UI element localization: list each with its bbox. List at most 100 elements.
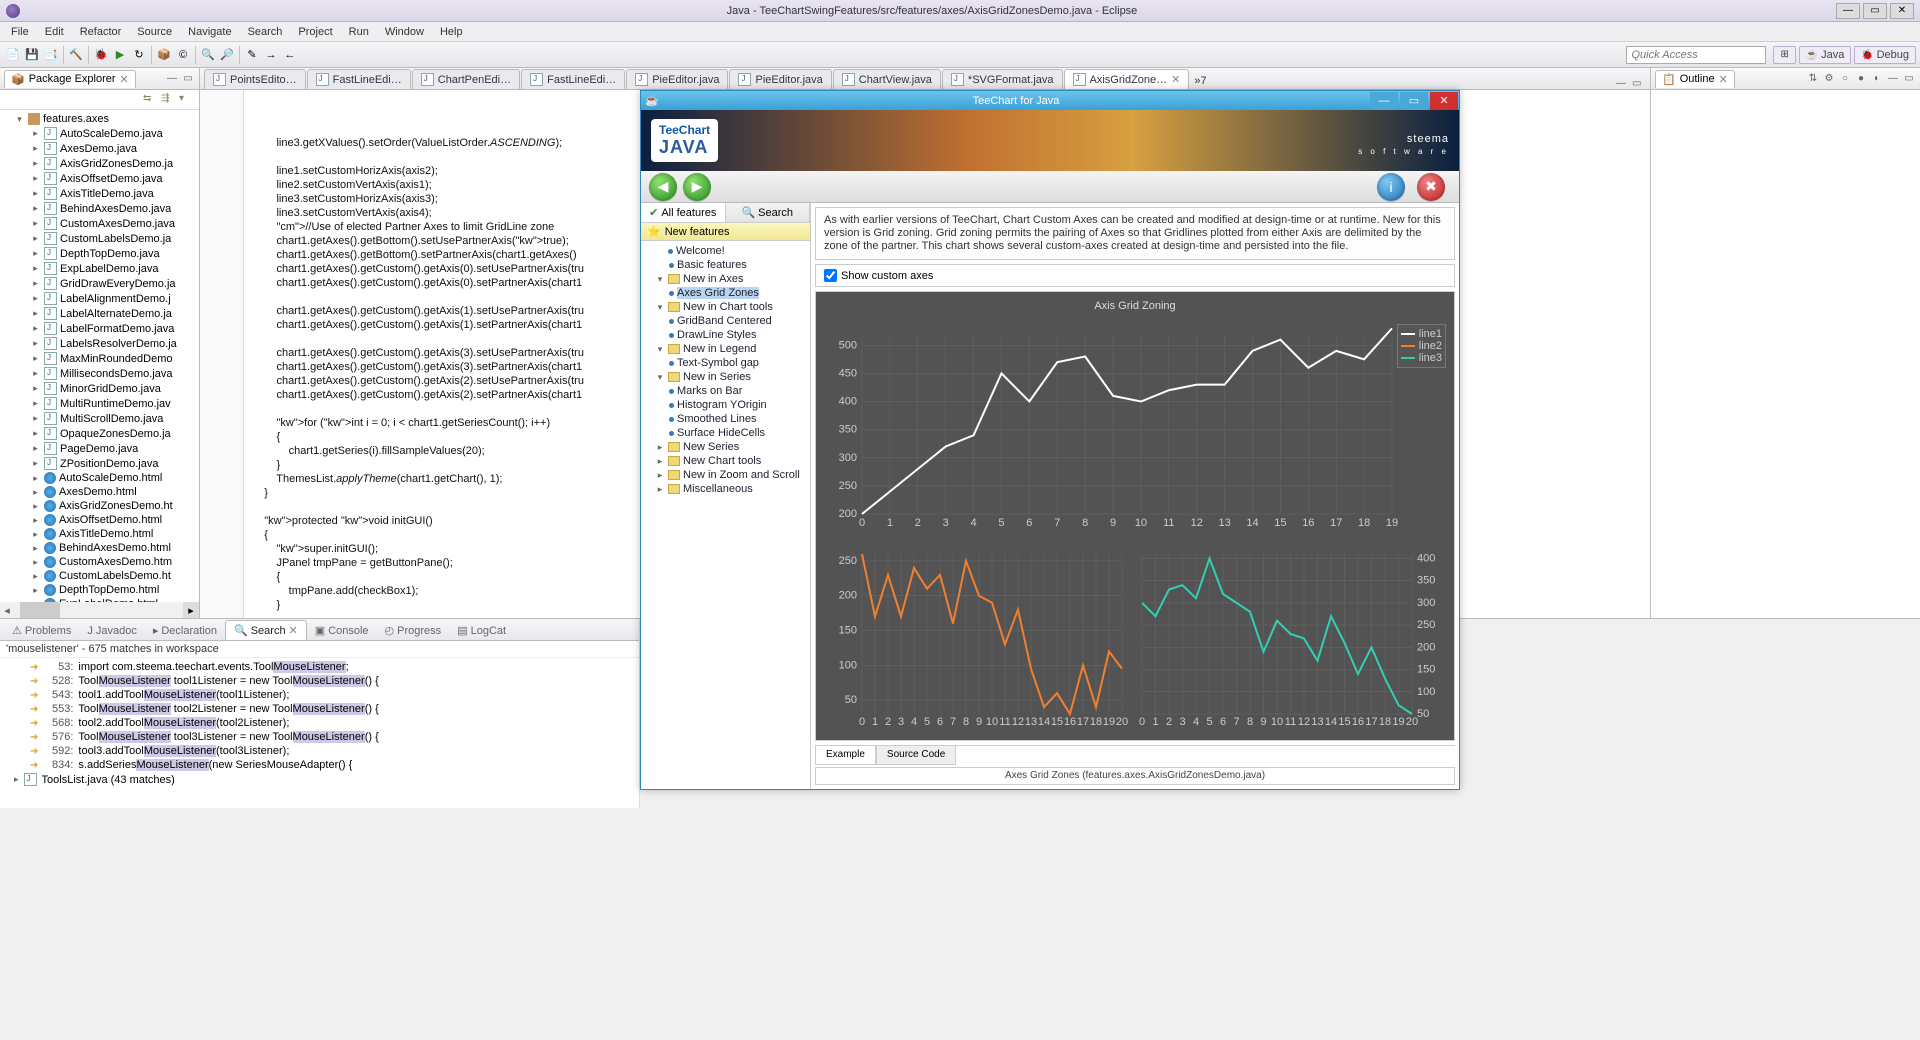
debug-icon[interactable]: 🐞 xyxy=(92,46,110,64)
search-result-row[interactable]: ➔576:ToolMouseListener tool3Listener = n… xyxy=(0,730,639,744)
nav-forward-button[interactable]: ▶ xyxy=(683,173,711,201)
tab-example[interactable]: Example xyxy=(815,746,876,765)
file-item[interactable]: ▸LabelsResolverDemo.ja xyxy=(0,336,199,351)
search-icon[interactable]: 🔎 xyxy=(218,46,236,64)
search-results[interactable]: ➔53:import com.steema.teechart.events.To… xyxy=(0,658,639,808)
close-icon[interactable]: ✕ xyxy=(1719,73,1728,86)
file-item[interactable]: ▸DepthTopDemo.html xyxy=(0,583,199,597)
package-node[interactable]: ▾ features.axes xyxy=(0,112,199,126)
minimize-view-icon[interactable]: — xyxy=(165,72,179,86)
horizontal-scrollbar[interactable]: ◂ ▸ xyxy=(0,602,199,618)
bottom-tab-progress[interactable]: ◴Progress xyxy=(377,621,450,640)
file-item[interactable]: ▸LabelFormatDemo.java xyxy=(0,321,199,336)
menu-project[interactable]: Project xyxy=(291,24,339,40)
menu-edit[interactable]: Edit xyxy=(38,24,71,40)
save-all-icon[interactable]: 📑 xyxy=(42,46,60,64)
perspective-java[interactable]: ☕ Java xyxy=(1799,46,1851,64)
open-type-icon[interactable]: 🔍 xyxy=(199,46,217,64)
file-item[interactable]: ▸MaxMinRoundedDemo xyxy=(0,351,199,366)
file-item[interactable]: ▸AxisOffsetDemo.java xyxy=(0,171,199,186)
menu-search[interactable]: Search xyxy=(241,24,290,40)
file-item[interactable]: ▸AxesDemo.java xyxy=(0,141,199,156)
editor-tab[interactable]: *SVGFormat.java xyxy=(942,69,1063,89)
link-editor-icon[interactable]: ⇶ xyxy=(161,93,175,107)
file-item[interactable]: ▸LabelAlternateDemo.ja xyxy=(0,306,199,321)
maximize-view-icon[interactable]: ▭ xyxy=(1632,78,1646,89)
file-item[interactable]: ▸AxisGridZonesDemo.ht xyxy=(0,499,199,513)
tab-source-code[interactable]: Source Code xyxy=(876,746,956,765)
feature-tree-item[interactable]: GridBand Centered xyxy=(643,314,808,328)
feature-tree-item[interactable]: DrawLine Styles xyxy=(643,328,808,342)
search-result-row[interactable]: ➔528:ToolMouseListener tool1Listener = n… xyxy=(0,674,639,688)
next-annotation-icon[interactable]: → xyxy=(262,46,280,64)
feature-tree[interactable]: Welcome!Basic features▾New in AxesAxes G… xyxy=(641,241,810,789)
file-item[interactable]: ▸MultiRuntimeDemo.jav xyxy=(0,396,199,411)
editor-tab[interactable]: PieEditor.java xyxy=(626,69,728,89)
editor-tab[interactable]: ChartView.java xyxy=(833,69,941,89)
file-item[interactable]: ▸MultiScrollDemo.java xyxy=(0,411,199,426)
search-result-row[interactable]: ➔53:import com.steema.teechart.events.To… xyxy=(0,660,639,674)
feature-tree-item[interactable]: Axes Grid Zones xyxy=(643,286,808,300)
new-class-icon[interactable]: © xyxy=(174,46,192,64)
show-custom-axes-checkbox[interactable] xyxy=(824,269,837,282)
bottom-tab-logcat[interactable]: ▤LogCat xyxy=(449,621,514,640)
close-icon[interactable]: ✕ xyxy=(289,624,298,637)
search-result-row[interactable]: ➔592:tool3.addToolMouseListener(tool3Lis… xyxy=(0,744,639,758)
sort-icon[interactable]: ⇅ xyxy=(1806,72,1820,86)
editor-tab[interactable]: AxisGridZone…✕ xyxy=(1064,69,1190,89)
search-file-node[interactable]: ▸ ToolsList.java (43 matches) xyxy=(0,772,639,787)
perspective-debug[interactable]: 🐞 Debug xyxy=(1854,46,1916,64)
file-item[interactable]: ▸BehindAxesDemo.java xyxy=(0,201,199,216)
menu-file[interactable]: File xyxy=(4,24,36,40)
filter-icon[interactable]: ⚙ xyxy=(1822,72,1836,86)
outline-tab[interactable]: 📋 Outline ✕ xyxy=(1655,70,1735,88)
file-item[interactable]: ▸PageDemo.java xyxy=(0,441,199,456)
open-perspective-icon[interactable]: ⊞ xyxy=(1773,46,1795,64)
search-result-row[interactable]: ➔553:ToolMouseListener tool2Listener = n… xyxy=(0,702,639,716)
quick-access[interactable] xyxy=(1626,46,1766,64)
more-tabs[interactable]: »7 xyxy=(1190,73,1210,89)
menu-run[interactable]: Run xyxy=(342,24,376,40)
bottom-tab-problems[interactable]: ⚠Problems xyxy=(4,621,79,640)
close-button[interactable]: ✕ xyxy=(1890,3,1914,19)
tab-all-features[interactable]: ✔All features xyxy=(641,203,726,222)
editor-tab[interactable]: ChartPenEdi… xyxy=(412,69,520,89)
feature-tree-item[interactable]: Histogram YOrigin xyxy=(643,398,808,412)
file-item[interactable]: ▸GridDrawEveryDemo.ja xyxy=(0,276,199,291)
editor-tab[interactable]: PieEditor.java xyxy=(729,69,831,89)
file-item[interactable]: ▸CustomAxesDemo.htm xyxy=(0,555,199,569)
file-item[interactable]: ▸AxisGridZonesDemo.ja xyxy=(0,156,199,171)
file-item[interactable]: ▸MillisecondsDemo.java xyxy=(0,366,199,381)
minimize-view-icon[interactable]: — xyxy=(1616,78,1630,89)
file-item[interactable]: ▸AxisTitleDemo.java xyxy=(0,186,199,201)
file-item[interactable]: ▸MinorGridDemo.java xyxy=(0,381,199,396)
file-item[interactable]: ▸OpaqueZonesDemo.ja xyxy=(0,426,199,441)
nav-back-button[interactable]: ◀ xyxy=(649,173,677,201)
file-item[interactable]: ▸ZPositionDemo.java xyxy=(0,456,199,471)
feature-tree-item[interactable]: ▾New in Series xyxy=(643,370,808,384)
feature-tree-item[interactable]: ▸New Series xyxy=(643,440,808,454)
editor-tab[interactable]: PointsEdito… xyxy=(204,69,306,89)
file-item[interactable]: ▸AutoScaleDemo.html xyxy=(0,471,199,485)
prev-annotation-icon[interactable]: ← xyxy=(281,46,299,64)
file-item[interactable]: ▸AxisTitleDemo.html xyxy=(0,527,199,541)
feature-tree-item[interactable]: Basic features xyxy=(643,258,808,272)
feature-tree-item[interactable]: ▾New in Legend xyxy=(643,342,808,356)
feature-tree-item[interactable]: Surface HideCells xyxy=(643,426,808,440)
hide-fields-icon[interactable]: ○ xyxy=(1838,72,1852,86)
bottom-tab-console[interactable]: ▣Console xyxy=(307,621,377,640)
run-icon[interactable]: ▶ xyxy=(111,46,129,64)
search-result-row[interactable]: ➔568:tool2.addToolMouseListener(tool2Lis… xyxy=(0,716,639,730)
file-item[interactable]: ▸CustomLabelsDemo.ht xyxy=(0,569,199,583)
file-item[interactable]: ▸AutoScaleDemo.java xyxy=(0,126,199,141)
save-icon[interactable]: 💾 xyxy=(23,46,41,64)
file-item[interactable]: ▸BehindAxesDemo.html xyxy=(0,541,199,555)
file-item[interactable]: ▸AxisOffsetDemo.html xyxy=(0,513,199,527)
collapse-all-icon[interactable]: ⇆ xyxy=(143,93,157,107)
menu-window[interactable]: Window xyxy=(378,24,431,40)
feature-tree-item[interactable]: Text-Symbol gap xyxy=(643,356,808,370)
build-icon[interactable]: 🔨 xyxy=(67,46,85,64)
info-button[interactable]: i xyxy=(1377,173,1405,201)
bottom-tab-search[interactable]: 🔍Search ✕ xyxy=(225,620,307,640)
maximize-view-icon[interactable]: ▭ xyxy=(1902,72,1916,86)
